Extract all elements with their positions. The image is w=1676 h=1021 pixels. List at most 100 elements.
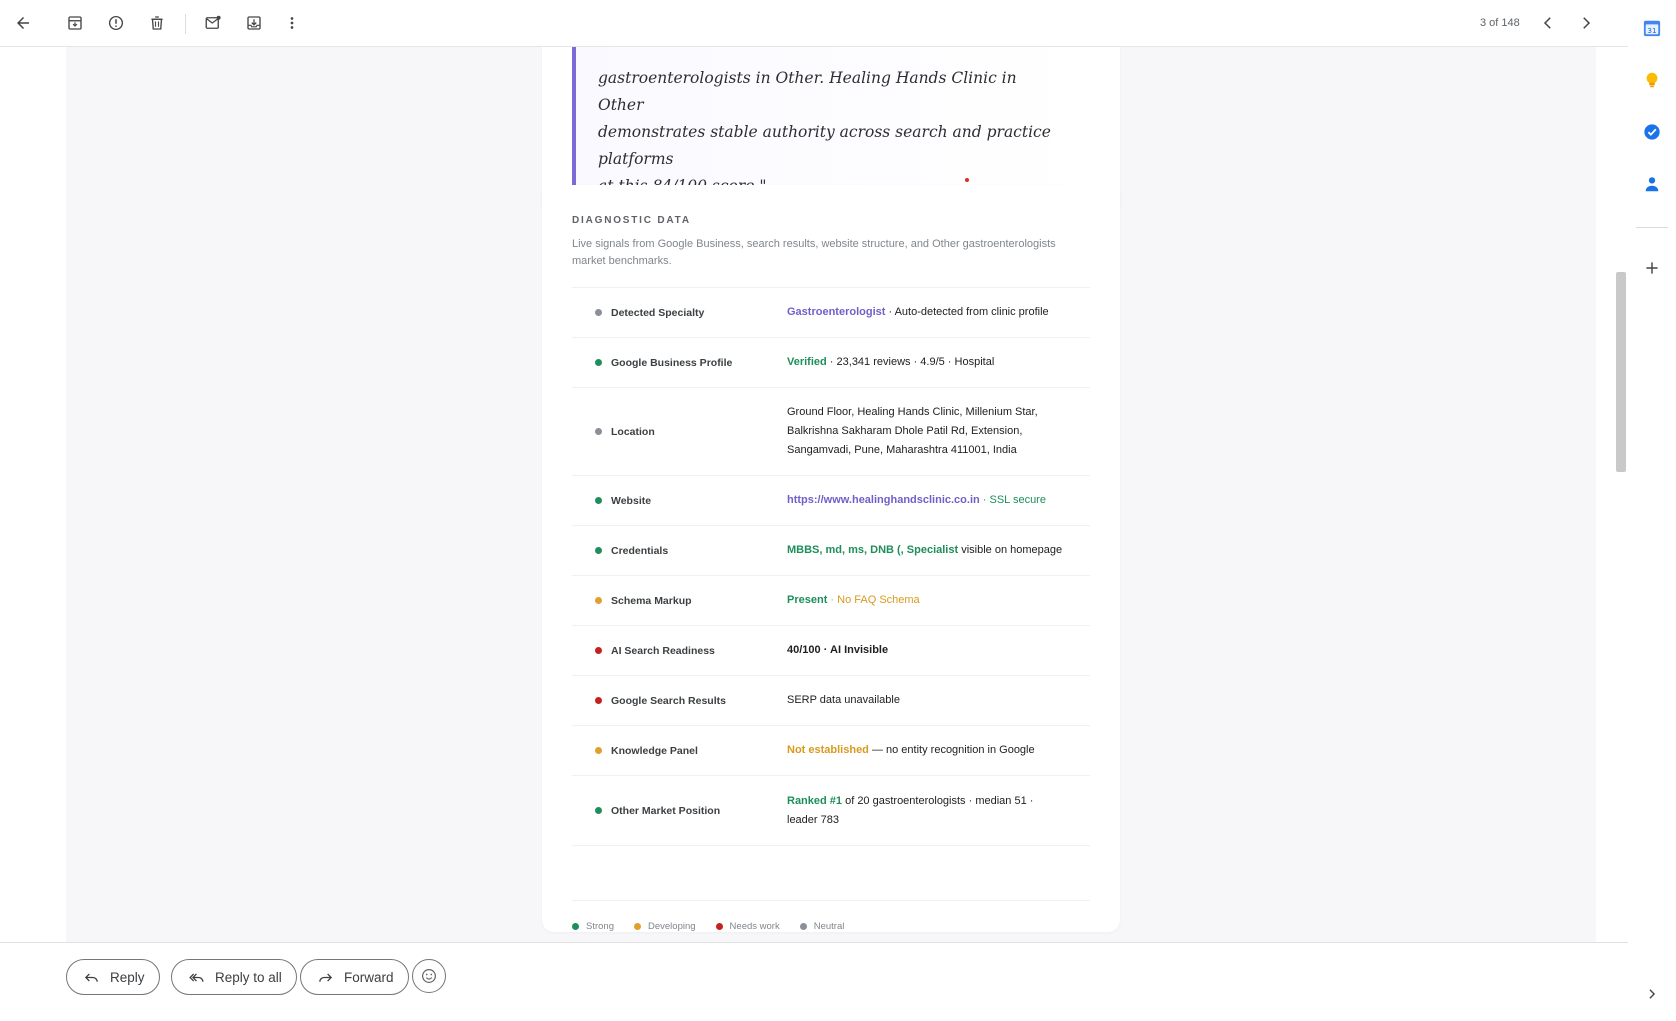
more-options-button[interactable] (279, 10, 305, 36)
status-dot-needs-work (595, 697, 602, 704)
archive-icon (68, 16, 82, 30)
row-value: Verified · 23,341 reviews · 4.9/5 · Hosp… (787, 353, 1077, 372)
delete-button[interactable] (144, 10, 170, 36)
serp-value: SERP data unavailable (787, 694, 900, 706)
status-dot-neutral (595, 309, 602, 316)
newer-button[interactable] (1535, 10, 1561, 36)
status-dot-strong (595, 547, 602, 554)
quote-line-2: demonstrates stable authority across sea… (598, 123, 1051, 168)
reply-all-icon (189, 973, 204, 982)
emoji-icon (422, 969, 436, 983)
mark-unread-icon (205, 15, 221, 29)
row-label: AI Search Readiness (611, 644, 715, 657)
table-row: Schema Markup Present · No FAQ Schema (572, 576, 1090, 626)
credentials-note: visible on homepage (958, 544, 1063, 556)
forward-icon (319, 973, 333, 982)
mark-unread-button[interactable] (200, 10, 226, 36)
status-dot-neutral (595, 428, 602, 435)
row-label: Location (611, 425, 655, 438)
contacts-app-button[interactable] (1642, 174, 1662, 194)
diagnostic-table: Detected Specialty Gastroenterologist · … (572, 287, 1090, 846)
specialty-value: Gastroenterologist (787, 306, 886, 318)
table-row: Website https://www.healinghandsclinic.c… (572, 476, 1090, 526)
row-label: Google Business Profile (611, 356, 733, 369)
schema-status: Present (787, 594, 828, 606)
reply-icon (84, 973, 98, 982)
side-panel-divider (1636, 227, 1668, 228)
side-panel: 31 (1628, 0, 1676, 1021)
status-dot-strong (595, 497, 602, 504)
forward-label: Forward (344, 969, 394, 985)
reply-button[interactable]: Reply (66, 959, 160, 995)
table-row: AI Search Readiness 40/100 · AI Invisibl… (572, 626, 1090, 676)
plus-icon (1646, 262, 1658, 274)
calendar-app-button[interactable]: 31 (1642, 18, 1662, 38)
table-row: Detected Specialty Gastroenterologist · … (572, 288, 1090, 338)
forward-button[interactable]: Forward (300, 959, 409, 995)
specialty-note: · Auto-detected from clinic profile (885, 306, 1049, 318)
move-to-icon (247, 16, 261, 30)
legend-label: Needs work (729, 921, 780, 932)
row-value: Gastroenterologist · Auto-detected from … (787, 303, 1077, 322)
chevron-right-icon (1649, 989, 1656, 999)
legend-dot (715, 923, 723, 930)
row-value: Ranked #1 of 20 gastroenterologists · me… (787, 792, 1042, 830)
quote-line-1: gastroenterologists in Other. Healing Ha… (598, 69, 1017, 114)
older-button[interactable] (1573, 10, 1599, 36)
report-spam-icon (108, 15, 124, 31)
gbp-status: Verified (787, 356, 827, 368)
move-to-button[interactable] (241, 10, 267, 36)
lightbulb-icon (1646, 72, 1658, 88)
legend-dot (799, 923, 807, 930)
gbp-details: · 23,341 reviews · 4.9/5 · Hospital (826, 356, 995, 368)
arrow-left-icon (17, 17, 29, 29)
table-row: Google Business Profile Verified · 23,34… (572, 338, 1090, 388)
row-value: Present · No FAQ Schema (787, 591, 1077, 610)
knowledge-panel-note: — no entity recognition in Google (868, 744, 1035, 756)
tasks-app-button[interactable] (1642, 122, 1662, 142)
status-dot-developing (595, 597, 602, 604)
legend-item-strong: Strong (572, 921, 614, 932)
show-side-panel-button[interactable] (1642, 984, 1662, 1004)
keep-app-button[interactable] (1642, 70, 1662, 90)
reply-all-button[interactable]: Reply to all (171, 959, 297, 995)
vertical-scrollbar[interactable] (1616, 272, 1626, 472)
credentials-value: MBBS, md, ms, DNB (, Specialist (787, 544, 959, 556)
diagnostic-subtitle: Live signals from Google Business, searc… (572, 238, 1056, 267)
get-addons-button[interactable] (1642, 258, 1662, 278)
row-label: Other Market Position (611, 804, 721, 817)
website-link[interactable]: https://www.healinghandsclinic.co.in (787, 494, 980, 506)
table-row: Credentials MBBS, md, ms, DNB (, Special… (572, 526, 1090, 576)
diagnostic-card: DIAGNOSTIC DATA Live signals from Google… (542, 185, 1120, 932)
diagnostic-heading: DIAGNOSTIC DATA (572, 215, 691, 226)
table-row: Other Market Position Ranked #1 of 20 ga… (572, 776, 1090, 846)
more-vert-icon (290, 17, 294, 29)
row-label: Website (611, 494, 652, 507)
ai-readiness-value: 40/100 · AI Invisible (787, 644, 889, 656)
legend-label: Strong (586, 921, 614, 932)
trash-icon (151, 16, 163, 30)
legend-label: Neutral (813, 921, 845, 932)
row-label: Detected Specialty (611, 306, 705, 319)
contacts-person-icon (1645, 177, 1659, 192)
marker-dot (965, 178, 969, 182)
archive-button[interactable] (62, 10, 88, 36)
table-row: Location Ground Floor, Healing Hands Cli… (572, 388, 1090, 476)
row-value: MBBS, md, ms, DNB (, Specialist visible … (787, 541, 1077, 560)
table-row: Google Search Results SERP data unavaila… (572, 676, 1090, 726)
report-spam-button[interactable] (103, 10, 129, 36)
market-rank: Ranked #1 (787, 794, 843, 807)
legend-item-developing: Developing (634, 921, 696, 932)
status-dot-needs-work (595, 647, 602, 654)
emoji-reaction-button[interactable] (412, 959, 446, 993)
status-dot-strong (595, 807, 602, 814)
back-button[interactable] (10, 10, 36, 36)
reply-label: Reply (110, 969, 145, 985)
chevron-left-icon (1543, 17, 1551, 29)
status-dot-strong (595, 359, 602, 366)
row-value: Not established — no entity recognition … (787, 741, 1077, 760)
pager-count: 3 of 148 (1480, 17, 1520, 29)
calendar-day: 31 (1647, 26, 1656, 35)
ssl-status: · SSL secure (979, 494, 1046, 506)
row-label: Schema Markup (611, 594, 692, 607)
